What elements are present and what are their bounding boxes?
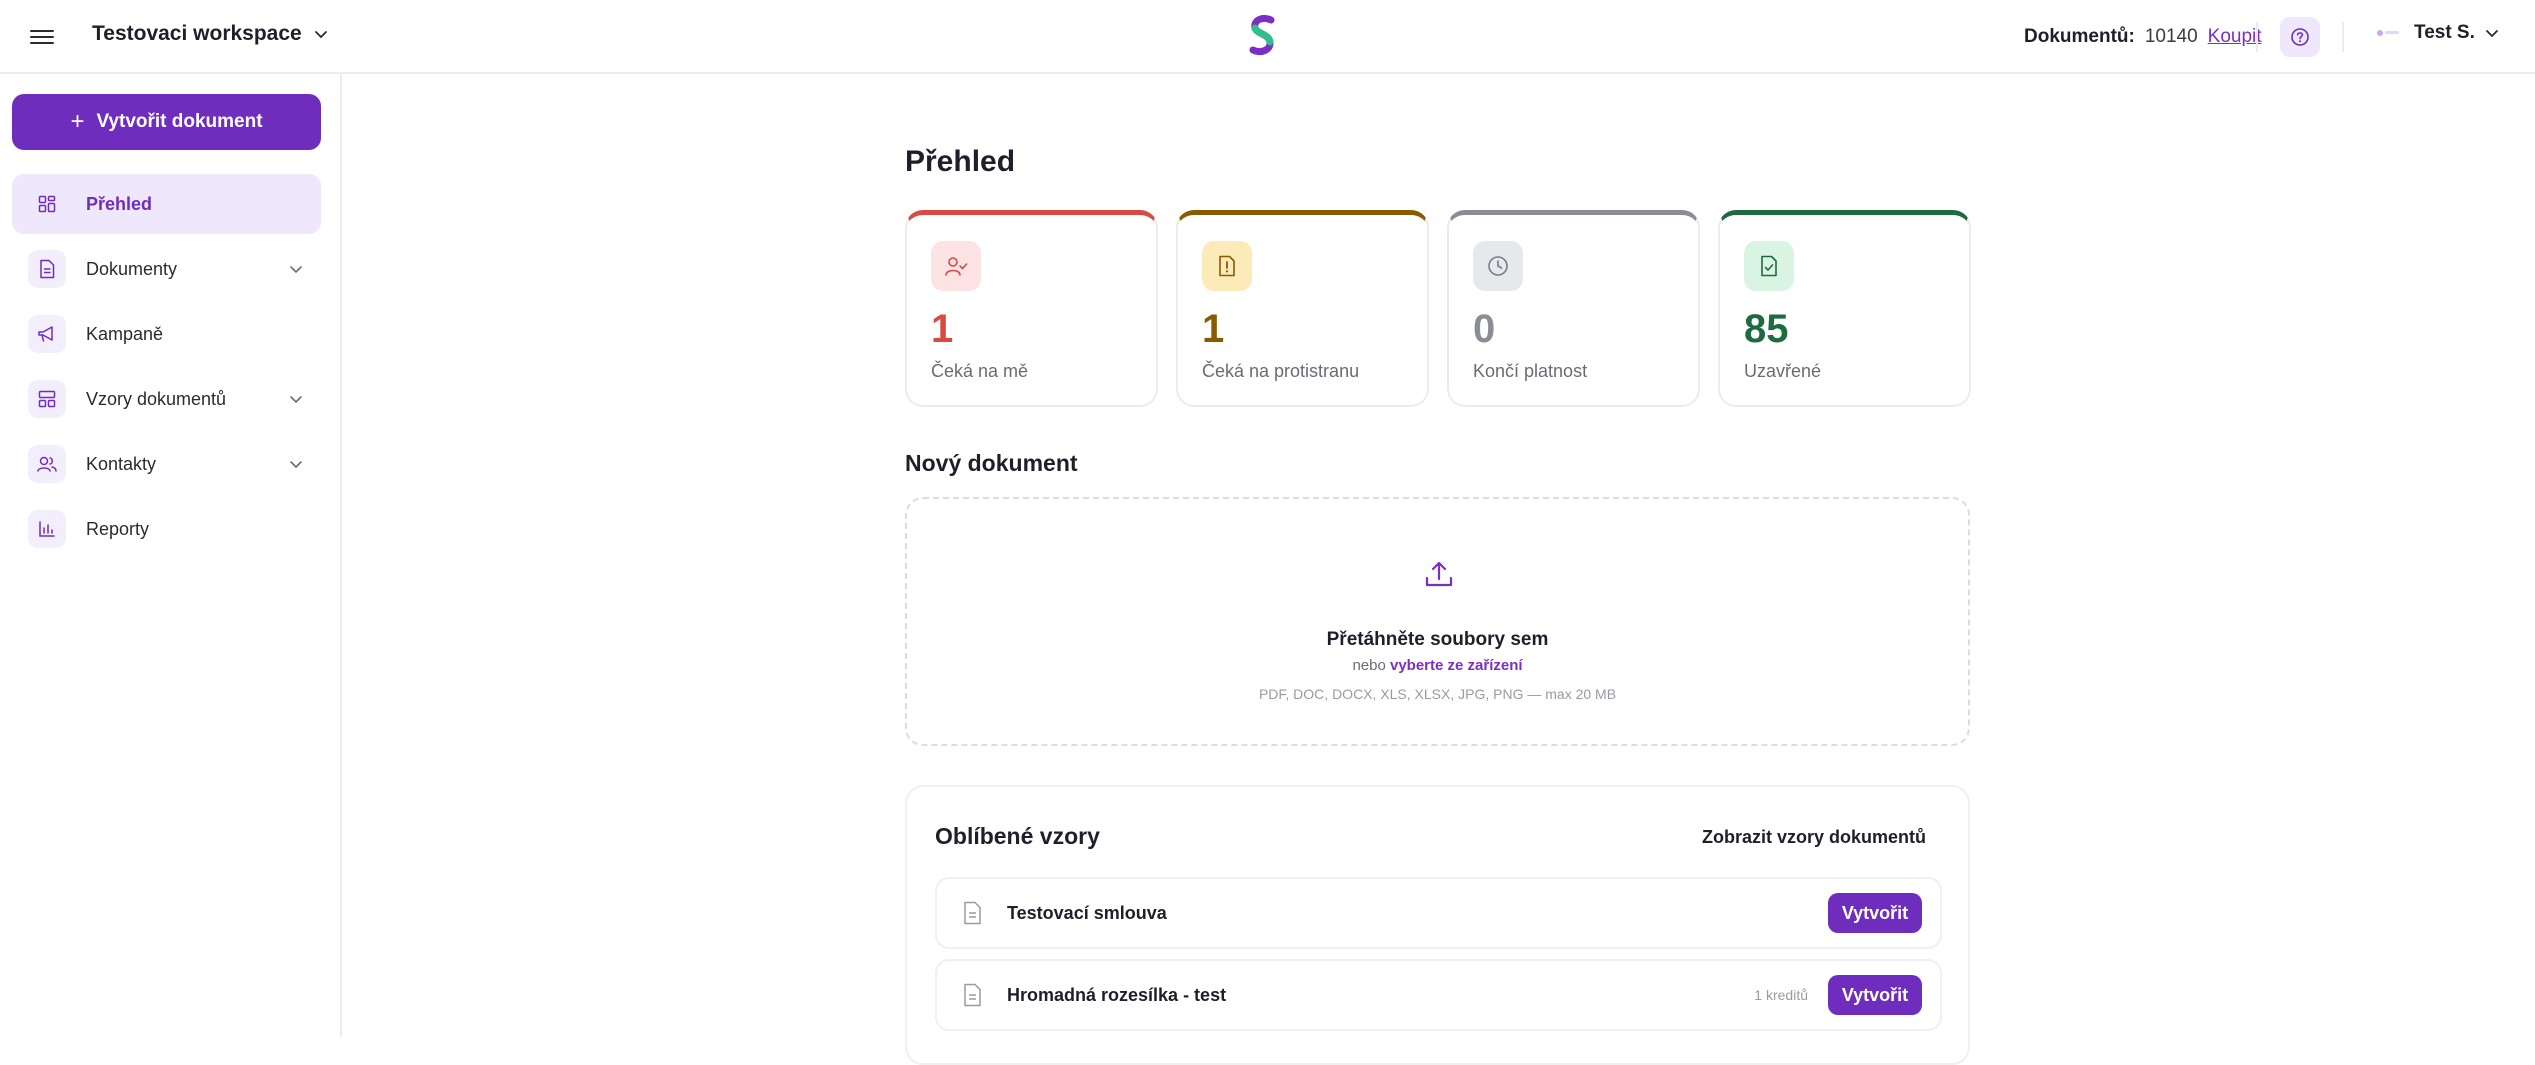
file-check-icon bbox=[1744, 241, 1794, 291]
sidebar-item-kontakty[interactable]: Kontakty bbox=[12, 434, 321, 494]
page-title: Přehled bbox=[905, 145, 1016, 178]
docs-label: Dokumentů: bbox=[2024, 26, 2135, 47]
grid-icon bbox=[28, 185, 66, 223]
logo-icon[interactable] bbox=[1245, 14, 1281, 58]
card-value: 1 bbox=[931, 307, 954, 351]
favorite-templates-panel: Oblíbené vzory Zobrazit vzory dokumentů … bbox=[905, 785, 1970, 1065]
buy-link[interactable]: Koupit bbox=[2208, 26, 2262, 48]
favorites-title: Oblíbené vzory bbox=[935, 823, 1100, 849]
template-credits: 1 kreditů bbox=[1754, 987, 1808, 1003]
megaphone-icon bbox=[28, 315, 66, 353]
template-icon bbox=[28, 380, 66, 418]
chevron-down-icon bbox=[2485, 30, 2498, 38]
users-icon bbox=[28, 445, 66, 483]
dropzone-or: nebo bbox=[1352, 657, 1386, 674]
card-value: 1 bbox=[1202, 307, 1225, 351]
workspace-name: Testovaci workspace bbox=[92, 22, 302, 45]
sidebar-item-dokumenty[interactable]: Dokumenty bbox=[12, 239, 321, 299]
help-button[interactable] bbox=[2280, 17, 2320, 57]
create-document-button[interactable]: + Vytvořit dokument bbox=[12, 94, 321, 150]
document-credit-counter: Dokumentů: 10140 Koupit bbox=[2024, 26, 2262, 48]
docs-count: 10140 bbox=[2144, 26, 2198, 47]
card-closed[interactable]: 85 Uzavřené bbox=[1718, 210, 1971, 407]
document-icon bbox=[964, 983, 981, 1007]
sidebar-item-kampane[interactable]: Kampaně bbox=[12, 304, 321, 364]
dropzone-subtitle: nebo vyberte ze zařízení bbox=[907, 657, 1968, 674]
new-document-title: Nový dokument bbox=[905, 450, 1078, 476]
chart-icon bbox=[28, 510, 66, 548]
chevron-down-icon[interactable] bbox=[289, 392, 303, 406]
upload-icon bbox=[1425, 561, 1453, 587]
list-item[interactable]: Testovací smlouva Vytvořit bbox=[935, 877, 1942, 949]
sidebar: + Vytvořit dokument Přehled Dokumenty Ka… bbox=[0, 74, 342, 1037]
document-icon bbox=[28, 250, 66, 288]
user-name: Test S. bbox=[2414, 22, 2475, 43]
card-waiting-on-me[interactable]: 1 Čeká na mě bbox=[905, 210, 1158, 407]
user-menu[interactable]: Test S. bbox=[2370, 22, 2499, 44]
clock-icon bbox=[1473, 241, 1523, 291]
alert-file-icon bbox=[1202, 241, 1252, 291]
workspace-selector[interactable]: Testovaci workspace bbox=[92, 22, 328, 46]
chevron-down-icon[interactable] bbox=[289, 262, 303, 276]
sidebar-item-prehled[interactable]: Přehled bbox=[12, 174, 321, 234]
template-name: Testovací smlouva bbox=[1007, 902, 1167, 923]
card-value: 0 bbox=[1473, 307, 1496, 351]
chevron-down-icon[interactable] bbox=[289, 457, 303, 471]
sidebar-item-label: Kampaně bbox=[86, 323, 164, 344]
choose-from-device-link[interactable]: vyberte ze zařízení bbox=[1390, 657, 1523, 674]
create-from-template-button[interactable]: Vytvořit bbox=[1828, 893, 1922, 933]
help-icon bbox=[2291, 28, 2309, 46]
create-document-label: Vytvořit dokument bbox=[96, 111, 263, 132]
document-icon bbox=[964, 901, 981, 925]
avatar bbox=[2377, 30, 2399, 36]
sidebar-item-label: Dokumenty bbox=[86, 258, 178, 279]
file-dropzone[interactable]: Přetáhněte soubory sem nebo vyberte ze z… bbox=[905, 497, 1970, 746]
top-bar: Testovaci workspace Dokumentů: 10140 Kou… bbox=[0, 0, 2535, 74]
user-check-icon bbox=[931, 241, 981, 291]
sidebar-item-label: Kontakty bbox=[86, 453, 157, 474]
chevron-down-icon bbox=[314, 31, 327, 39]
status-cards: 1 Čeká na mě 1 Čeká na protistranu 0 Kon… bbox=[905, 210, 1971, 407]
card-label: Končí platnost bbox=[1473, 361, 1588, 381]
card-label: Čeká na protistranu bbox=[1202, 361, 1360, 381]
card-value: 85 bbox=[1744, 307, 1789, 351]
card-label: Uzavřené bbox=[1744, 361, 1822, 381]
menu-icon[interactable] bbox=[30, 26, 54, 48]
sidebar-item-label: Reporty bbox=[86, 518, 150, 539]
view-templates-link[interactable]: Zobrazit vzory dokumentů bbox=[1702, 827, 1926, 848]
card-label: Čeká na mě bbox=[931, 361, 1029, 381]
sidebar-item-reporty[interactable]: Reporty bbox=[12, 499, 321, 559]
dropzone-title: Přetáhněte soubory sem bbox=[1326, 629, 1549, 650]
dropzone-formats: PDF, DOC, DOCX, XLS, XLSX, JPG, PNG — ma… bbox=[1258, 686, 1617, 702]
plus-icon: + bbox=[70, 108, 85, 135]
sidebar-item-label: Přehled bbox=[86, 193, 153, 214]
card-waiting-on-other[interactable]: 1 Čeká na protistranu bbox=[1176, 210, 1429, 407]
create-from-template-button[interactable]: Vytvořit bbox=[1828, 975, 1922, 1015]
card-expiring[interactable]: 0 Končí platnost bbox=[1447, 210, 1700, 407]
sidebar-item-label: Vzory dokumentů bbox=[86, 388, 227, 409]
template-name: Hromadná rozesílka - test bbox=[1007, 984, 1227, 1005]
divider bbox=[2256, 22, 2258, 52]
divider bbox=[2342, 22, 2344, 52]
sidebar-nav: Přehled Dokumenty Kampaně Vzory dokument… bbox=[12, 174, 321, 564]
sidebar-item-vzory[interactable]: Vzory dokumentů bbox=[12, 369, 321, 429]
list-item[interactable]: Hromadná rozesílka - test 1 kreditů Vytv… bbox=[935, 959, 1942, 1031]
